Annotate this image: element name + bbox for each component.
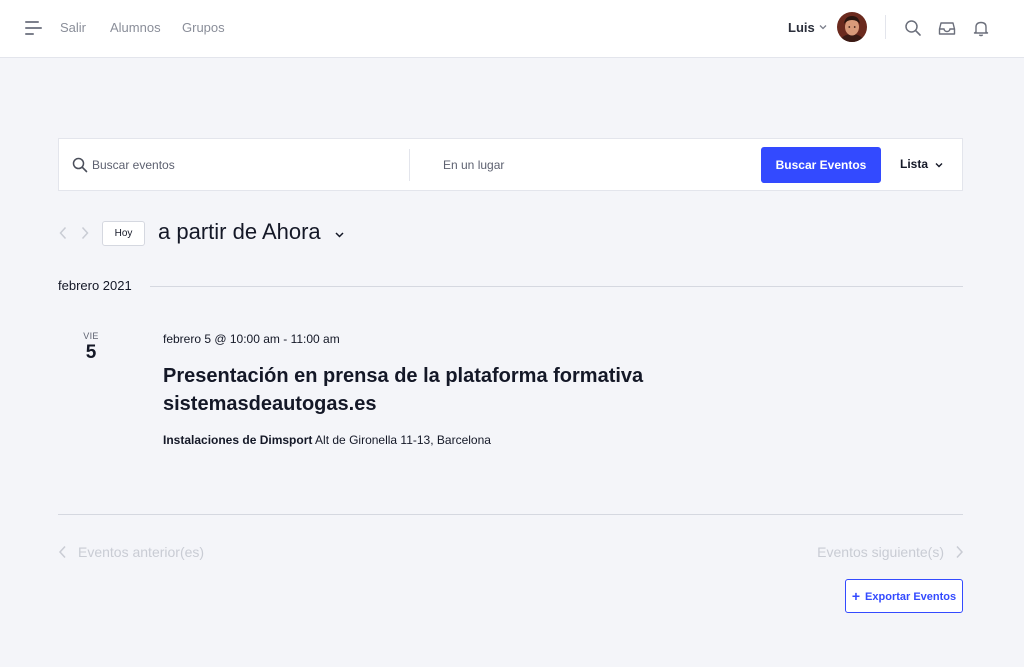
previous-events-link[interactable]: Eventos anterior(es)	[78, 544, 204, 560]
search-icon[interactable]	[904, 19, 922, 37]
search-events-button[interactable]: Buscar Eventos	[761, 147, 881, 183]
list-footer-divider	[58, 514, 963, 515]
event-venue: Instalaciones de Dimsport Alt de Gironel…	[163, 433, 491, 447]
today-button[interactable]: Hoy	[102, 221, 145, 246]
location-search-input[interactable]	[443, 153, 743, 177]
next-events-link[interactable]: Eventos siguiente(s)	[817, 544, 944, 560]
bell-icon[interactable]	[972, 19, 990, 37]
event-datetime: febrero 5 @ 10:00 am - 11:00 am	[163, 332, 340, 346]
month-separator-line	[150, 286, 963, 287]
chevron-right-icon[interactable]	[955, 545, 964, 559]
inbox-icon[interactable]	[938, 19, 956, 37]
search-icon	[72, 157, 88, 173]
date-range-title[interactable]: a partir de Ahora	[158, 219, 321, 245]
menu-icon[interactable]	[25, 20, 43, 36]
chevron-right-icon[interactable]	[80, 226, 90, 240]
nav-link-alumnos[interactable]: Alumnos	[110, 20, 161, 35]
plus-icon: +	[851, 588, 861, 604]
event-title-link[interactable]: Presentación en prensa de la plataforma …	[163, 362, 723, 418]
export-events-label: Exportar Eventos	[865, 591, 957, 603]
event-venue-name: Instalaciones de Dimsport	[163, 433, 313, 447]
chevron-down-icon[interactable]	[818, 22, 828, 32]
nav-link-grupos[interactable]: Grupos	[182, 20, 225, 35]
event-day-number: 5	[85, 342, 97, 363]
chevron-left-icon[interactable]	[58, 226, 68, 240]
top-bar: Salir Alumnos Grupos Luis	[0, 0, 1024, 58]
event-venue-address: Alt de Gironella 11-13, Barcelona	[315, 433, 491, 447]
month-separator-label: febrero 2021	[58, 278, 132, 293]
user-name[interactable]: Luis	[788, 20, 815, 35]
chevron-left-icon[interactable]	[58, 545, 67, 559]
export-events-button[interactable]: + Exportar Eventos	[845, 579, 963, 613]
topbar-divider	[885, 15, 886, 39]
event-weekday: VIE	[83, 331, 99, 341]
events-search-bar: Buscar Eventos Lista	[58, 138, 963, 191]
nav-link-salir[interactable]: Salir	[60, 20, 86, 35]
view-selector[interactable]: Lista	[900, 157, 928, 171]
keyword-search-input[interactable]	[92, 153, 392, 177]
chevron-down-icon[interactable]	[334, 229, 345, 240]
search-divider	[409, 149, 410, 181]
chevron-down-icon[interactable]	[934, 160, 944, 170]
avatar[interactable]	[837, 12, 867, 42]
